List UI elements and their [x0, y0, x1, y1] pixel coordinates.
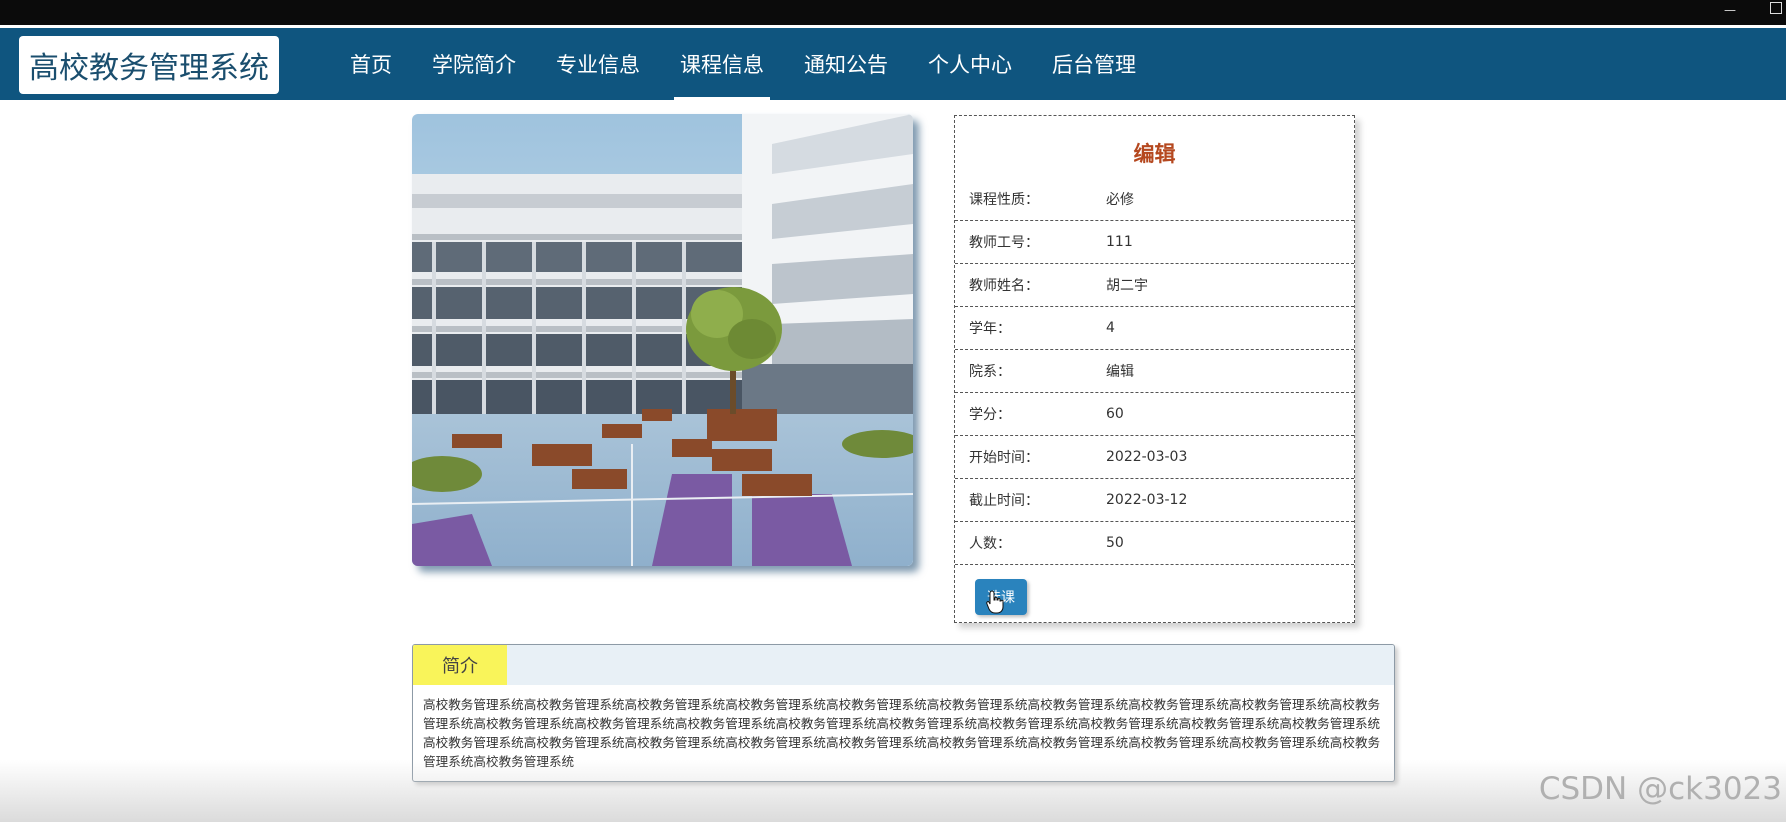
site-header: 高校教务管理系统 首页 学院简介 专业信息 课程信息 通知公告 个人中心 后台管… — [0, 28, 1786, 100]
row-label: 人数： — [969, 536, 1011, 552]
nav-item-major-info[interactable]: 专业信息 — [536, 28, 660, 100]
detail-row-teacher-name: 教师姓名： 胡二宇 — [955, 264, 1354, 307]
hand-pointer-icon — [986, 590, 1004, 614]
course-image — [412, 114, 913, 566]
nav-label: 学院简介 — [432, 53, 516, 77]
row-value: 胡二宇 — [1106, 278, 1148, 294]
watermark: CSDN @ck3023 — [1538, 771, 1782, 807]
nav-item-admin[interactable]: 后台管理 — [1032, 28, 1156, 100]
row-value: 111 — [1106, 234, 1133, 250]
row-label: 学分： — [969, 407, 1011, 423]
intro-text: 高校教务管理系统高校教务管理系统高校教务管理系统高校教务管理系统高校教务管理系统… — [423, 697, 1381, 769]
detail-rows: 课程性质： 必修 教师工号： 111 教师姓名： 胡二宇 学年： 4 院系： 编… — [955, 178, 1354, 565]
detail-row-teacher-id: 教师工号： 111 — [955, 221, 1354, 264]
detail-row-start-time: 开始时间： 2022-03-03 — [955, 436, 1354, 479]
maximize-icon[interactable] — [1770, 2, 1782, 14]
row-label: 院系： — [969, 364, 1011, 380]
row-value: 2022-03-12 — [1106, 492, 1188, 508]
detail-row-course-type: 课程性质： 必修 — [955, 178, 1354, 221]
nav-item-personal-center[interactable]: 个人中心 — [908, 28, 1032, 100]
detail-row-headcount: 人数： 50 — [955, 522, 1354, 565]
detail-row-academic-year: 学年： 4 — [955, 307, 1354, 350]
detail-row-department: 院系： 编辑 — [955, 350, 1354, 393]
row-value: 编辑 — [1106, 364, 1134, 380]
detail-row-end-time: 截止时间： 2022-03-12 — [955, 479, 1354, 522]
detail-title: 编辑 — [1133, 142, 1176, 166]
nav-label: 首页 — [350, 53, 392, 77]
nav-label: 课程信息 — [680, 53, 764, 77]
nav-item-home[interactable]: 首页 — [330, 28, 412, 100]
minimize-icon[interactable]: — — [1724, 3, 1736, 17]
intro-panel: 简介 高校教务管理系统高校教务管理系统高校教务管理系统高校教务管理系统高校教务管… — [412, 644, 1395, 782]
row-value: 50 — [1106, 535, 1124, 551]
nav-item-course-info[interactable]: 课程信息 — [660, 28, 784, 100]
row-value: 60 — [1106, 406, 1124, 422]
main-nav: 首页 学院简介 专业信息 课程信息 通知公告 个人中心 后台管理 — [330, 28, 1156, 100]
nav-label: 通知公告 — [804, 53, 888, 77]
detail-row-credits: 学分： 60 — [955, 393, 1354, 436]
nav-label: 个人中心 — [928, 53, 1012, 77]
row-value: 4 — [1106, 320, 1115, 336]
course-detail-panel: 编辑 课程性质： 必修 教师工号： 111 教师姓名： 胡二宇 学年： 4 院系… — [954, 115, 1355, 623]
row-label: 学年： — [969, 321, 1011, 337]
row-label: 课程性质： — [969, 192, 1039, 208]
nav-label: 专业信息 — [556, 53, 640, 77]
row-label: 教师工号： — [969, 235, 1039, 251]
site-logo[interactable]: 高校教务管理系统 — [19, 36, 279, 94]
intro-tab[interactable]: 简介 — [413, 645, 507, 685]
row-value: 必修 — [1106, 192, 1134, 208]
row-label: 开始时间： — [969, 450, 1039, 466]
nav-label: 后台管理 — [1052, 53, 1136, 77]
nav-item-notices[interactable]: 通知公告 — [784, 28, 908, 100]
nav-item-college-intro[interactable]: 学院简介 — [412, 28, 536, 100]
row-label: 截止时间： — [969, 493, 1039, 509]
intro-header: 简介 — [413, 645, 1394, 685]
site-title: 高校教务管理系统 — [29, 51, 269, 86]
row-value: 2022-03-03 — [1106, 449, 1188, 465]
window-titlebar: — — [0, 0, 1786, 25]
row-label: 教师姓名： — [969, 278, 1039, 294]
